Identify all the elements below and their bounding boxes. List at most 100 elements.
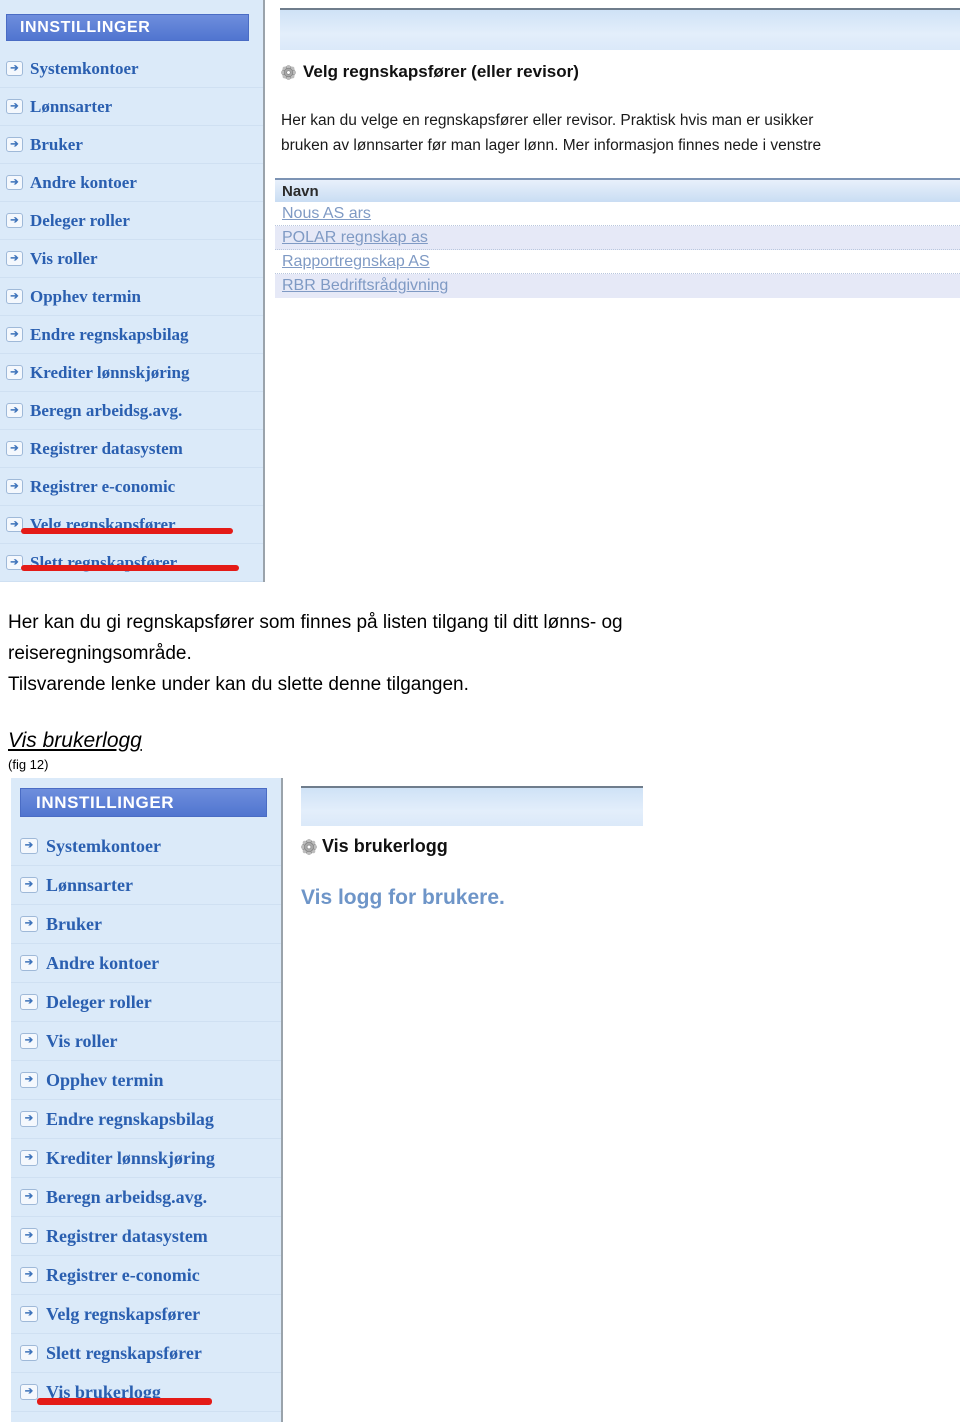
section-heading-label: Vis brukerlogg [8, 729, 142, 752]
arrow-right-icon: ➔ [6, 403, 23, 418]
table-column-header-navn: Navn [282, 182, 319, 200]
content-top-bar [301, 786, 643, 826]
sidebar-item-label: Registrer e-conomic [46, 1264, 200, 1285]
table-row[interactable]: RBR Bedriftsrådgivning [275, 274, 960, 298]
sidebar-item-deleger-roller[interactable]: ➔ Deleger roller [11, 983, 281, 1022]
sidebar-item-velg-regnskapsforer[interactable]: ➔ Velg regnskapsfører [0, 506, 263, 544]
settings-sidebar: INNSTILLINGER ➔ Systemkontoer ➔ Lønnsart… [11, 778, 283, 1422]
content-heading: Velg regnskapsfører (eller revisor) [281, 62, 579, 82]
sidebar-item-label: Andre kontoer [30, 172, 137, 192]
sidebar-item-label: Lønnsarter [30, 96, 113, 116]
sidebar-item-label: Beregn arbeidsg.avg. [30, 400, 183, 420]
sidebar-item-registrer-e-conomic[interactable]: ➔ Registrer e-conomic [0, 468, 263, 506]
content-paragraph: Her kan du velge en regnskapsfører eller… [281, 108, 960, 158]
sidebar-item-vis-roller[interactable]: ➔ Vis roller [11, 1022, 281, 1061]
sidebar-item-andre-kontoer[interactable]: ➔ Andre kontoer [11, 944, 281, 983]
sidebar-item-registrer-datasystem[interactable]: ➔ Registrer datasystem [0, 430, 263, 468]
sidebar-item-vis-roller[interactable]: ➔ Vis roller [0, 240, 263, 278]
sidebar-item-label: Opphev termin [46, 1069, 164, 1090]
sidebar-item-label: Opphev termin [30, 286, 141, 306]
arrow-right-icon: ➔ [20, 1111, 38, 1127]
sidebar-item-label: Andre kontoer [46, 952, 160, 973]
arrow-right-icon: ➔ [6, 61, 23, 76]
section-heading: Vis brukerlogg [8, 729, 142, 753]
table-header-row: Navn [275, 180, 960, 202]
sidebar-title: INNSTILLINGER [6, 14, 249, 41]
sidebar-item-systemkontoer[interactable]: ➔ Systemkontoer [11, 827, 281, 866]
arrow-right-icon: ➔ [20, 877, 38, 893]
sidebar-item-andre-kontoer[interactable]: ➔ Andre kontoer [0, 164, 263, 202]
sidebar-item-label: Systemkontoer [30, 58, 139, 78]
annotation-underline-slett-regnskapsforer [21, 565, 239, 571]
gear-icon [281, 64, 296, 80]
sidebar-item-velg-regnskapsforer[interactable]: ➔ Velg regnskapsfører [11, 1295, 281, 1334]
annotation-underline-vis-brukerlogg [37, 1398, 212, 1405]
sidebar-item-endre-regnskapsbilag[interactable]: ➔ Endre regnskapsbilag [0, 316, 263, 354]
body-text-line-2: reiseregningsområde. [8, 643, 192, 664]
arrow-right-icon: ➔ [20, 994, 38, 1010]
sidebar-item-bruker[interactable]: ➔ Bruker [11, 905, 281, 944]
sidebar-item-label: Systemkontoer [46, 835, 161, 856]
sidebar-title-label: INNSTILLINGER [20, 18, 151, 36]
sidebar-title: INNSTILLINGER [20, 788, 267, 817]
body-text-block: Her kan du gi regnskapsfører som finnes … [8, 607, 938, 700]
sidebar-item-slett-regnskapsforer[interactable]: ➔ Slett regnskapsfører [0, 544, 263, 582]
sidebar-item-endre-regnskapsbilag[interactable]: ➔ Endre regnskapsbilag [11, 1100, 281, 1139]
arrow-right-icon: ➔ [20, 1072, 38, 1088]
table-row[interactable]: POLAR regnskap as [275, 226, 960, 250]
sidebar-item-beregn-arbeidsgavg[interactable]: ➔ Beregn arbeidsg.avg. [11, 1178, 281, 1217]
sidebar-item-label: Deleger roller [46, 991, 152, 1012]
arrow-right-icon: ➔ [6, 289, 23, 304]
sidebar-item-slett-regnskapsforer[interactable]: ➔ Slett regnskapsfører [11, 1334, 281, 1373]
content-top-bar [280, 8, 960, 50]
sidebar-item-label: Bruker [30, 134, 83, 154]
sidebar-item-label: Bruker [46, 913, 102, 934]
figure-2-screenshot: INNSTILLINGER ➔ Systemkontoer ➔ Lønnsart… [0, 778, 960, 1422]
sidebar-item-label: Velg regnskapsfører [46, 1303, 201, 1324]
content-heading-label: Vis brukerlogg [322, 836, 448, 856]
sidebar-item-beregn-arbeidsgavg[interactable]: ➔ Beregn arbeidsg.avg. [0, 392, 263, 430]
table-row[interactable]: Rapportregnskap AS [275, 250, 960, 274]
table-row[interactable]: Nous AS ars [275, 202, 960, 226]
sidebar-item-registrer-datasystem[interactable]: ➔ Registrer datasystem [11, 1217, 281, 1256]
settings-content-panel: Vis brukerlogg Vis logg for brukere. [283, 778, 960, 1422]
content-paragraph-label: Vis logg for brukere. [301, 886, 505, 909]
content-paragraph-line-2: bruken av lønnsarter før man lager lønn.… [281, 137, 822, 154]
arrow-right-icon: ➔ [6, 327, 23, 342]
sidebar-item-label: Slett regnskapsfører [46, 1342, 202, 1363]
sidebar-item-opphev-termin[interactable]: ➔ Opphev termin [11, 1061, 281, 1100]
sidebar-item-lonnsarter[interactable]: ➔ Lønnsarter [0, 88, 263, 126]
table-cell-name[interactable]: Rapportregnskap AS [282, 253, 430, 271]
gear-icon [301, 838, 317, 855]
content-heading: Vis brukerlogg [301, 836, 448, 857]
sidebar-item-krediter-lonnskjoring[interactable]: ➔ Krediter lønnskjøring [0, 354, 263, 392]
sidebar-item-lonnsarter[interactable]: ➔ Lønnsarter [11, 866, 281, 905]
arrow-right-icon: ➔ [20, 1267, 38, 1283]
sidebar-item-label: Endre regnskapsbilag [30, 324, 189, 344]
table-cell-name[interactable]: POLAR regnskap as [282, 229, 428, 247]
arrow-right-icon: ➔ [20, 1228, 38, 1244]
sidebar-item-vis-brukerlogg[interactable]: ➔ Vis brukerlogg [11, 1373, 281, 1412]
sidebar-item-systemkontoer[interactable]: ➔ Systemkontoer [0, 50, 263, 88]
accountants-table: Navn Nous AS ars POLAR regnskap as Rappo… [275, 178, 960, 298]
sidebar-item-list: ➔ Systemkontoer ➔ Lønnsarter ➔ Bruker ➔ … [0, 50, 263, 582]
arrow-right-icon: ➔ [20, 916, 38, 932]
sidebar-item-deleger-roller[interactable]: ➔ Deleger roller [0, 202, 263, 240]
content-heading-label: Velg regnskapsfører (eller revisor) [303, 62, 579, 81]
settings-content-panel: Velg regnskapsfører (eller revisor) Her … [265, 0, 960, 582]
arrow-right-icon: ➔ [20, 955, 38, 971]
sidebar-item-registrer-e-conomic[interactable]: ➔ Registrer e-conomic [11, 1256, 281, 1295]
sidebar-item-krediter-lonnskjoring[interactable]: ➔ Krediter lønnskjøring [11, 1139, 281, 1178]
sidebar-item-opphev-termin[interactable]: ➔ Opphev termin [0, 278, 263, 316]
content-paragraph: Vis logg for brukere. [301, 886, 505, 910]
sidebar-item-label: Endre regnskapsbilag [46, 1108, 214, 1129]
arrow-right-icon: ➔ [20, 1384, 38, 1400]
figure-caption-label: (fig 12) [8, 757, 49, 772]
settings-sidebar: INNSTILLINGER ➔ Systemkontoer ➔ Lønnsart… [0, 0, 265, 582]
sidebar-item-label: Lønnsarter [46, 874, 133, 895]
arrow-right-icon: ➔ [20, 838, 38, 854]
sidebar-item-bruker[interactable]: ➔ Bruker [0, 126, 263, 164]
table-cell-name[interactable]: RBR Bedriftsrådgivning [282, 277, 448, 295]
table-cell-name[interactable]: Nous AS ars [282, 205, 371, 223]
sidebar-item-label: Krediter lønnskjøring [30, 362, 190, 382]
